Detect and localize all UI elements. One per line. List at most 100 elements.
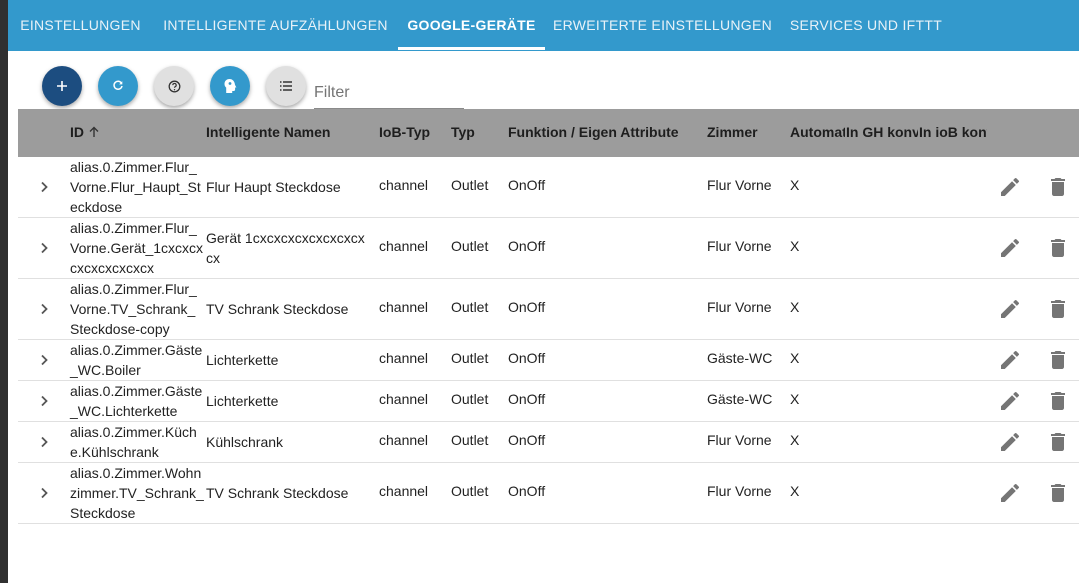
row-type: Outlet [451,483,489,499]
column-header-zimmer[interactable]: Zimmer [707,109,787,157]
table-row: alias.0.Zimmer.Küche.Kühlschrank Kühlsch… [18,422,1079,463]
delete-icon[interactable] [1046,430,1070,454]
row-function: OnOff [508,299,546,315]
table-row: alias.0.Zimmer.Gäste_WC.Boiler Lichterke… [18,340,1079,381]
column-header-automat[interactable]: Automat [790,109,845,157]
row-name: Kühlschrank [206,434,284,450]
app-frame: Einstellungen Intelligente Aufzählungen … [8,0,1079,583]
row-iob-type: channel [379,299,429,315]
row-auto: X [790,299,800,315]
row-iob-type: channel [379,432,429,448]
head-button[interactable] [210,66,250,106]
help-button[interactable] [154,66,194,106]
table-header: ID Intelligente Namen IoB-Typ Typ Funkti… [18,109,1079,157]
row-auto: X [790,238,800,254]
row-auto: X [790,350,800,366]
row-id: alias.0.Zimmer.Gäste_WC.Lichterkette [70,383,203,419]
row-id: alias.0.Zimmer.Gäste_WC.Boiler [70,342,203,378]
delete-icon[interactable] [1046,348,1070,372]
chevron-right-icon[interactable] [37,394,51,408]
refresh-icon [112,80,124,92]
column-label-id: ID [70,124,84,140]
row-room: Flur Vorne [707,299,772,315]
head-icon [223,78,237,94]
table-row: alias.0.Zimmer.Gäste_WC.Lichterkette Lic… [18,381,1079,422]
delete-icon[interactable] [1046,236,1070,260]
row-id: alias.0.Zimmer.Wohnzimmer.TV_Schrank_Ste… [70,465,204,521]
edit-icon[interactable] [998,297,1022,321]
tab-intelligente-aufzaehlungen[interactable]: Intelligente Aufzählungen [153,0,398,51]
tab-bar: Einstellungen Intelligente Aufzählungen … [8,0,1079,51]
row-auto: X [790,391,800,407]
row-room: Flur Vorne [707,432,772,448]
edit-icon[interactable] [998,175,1022,199]
edit-icon[interactable] [998,481,1022,505]
column-header-typ[interactable]: Typ [451,109,506,157]
help-icon [168,80,181,93]
chevron-right-icon[interactable] [37,241,51,255]
tab-einstellungen[interactable]: Einstellungen [8,0,153,51]
row-room: Flur Vorne [707,483,772,499]
table-row: alias.0.Zimmer.Flur_Vorne.TV_Schrank_Ste… [18,279,1079,340]
list-button[interactable] [266,66,306,106]
row-room: Gäste-WC [707,350,773,366]
chevron-right-icon[interactable] [37,302,51,316]
edit-icon[interactable] [998,236,1022,260]
column-header-funktion[interactable]: Funktion / Eigen Attribute [508,109,703,157]
row-iob-type: channel [379,177,429,193]
edit-icon[interactable] [998,430,1022,454]
row-auto: X [790,177,800,193]
chevron-right-icon[interactable] [37,353,51,367]
row-type: Outlet [451,432,489,448]
add-button[interactable] [42,66,82,106]
active-tab-indicator [398,47,545,50]
row-auto: X [790,483,800,499]
row-function: OnOff [508,238,546,254]
tab-services-und-ifttt[interactable]: Services und IFTTT [780,0,952,51]
row-id: alias.0.Zimmer.Flur_Vorne.TV_Schrank_Ste… [70,281,197,337]
row-type: Outlet [451,350,489,366]
row-function: OnOff [508,432,546,448]
row-name: Gerät 1cxcxcxcxcxcxcxcxcx [206,230,365,266]
row-name: TV Schrank Steckdose [206,485,349,501]
refresh-button[interactable] [98,66,138,106]
edit-icon[interactable] [998,389,1022,413]
delete-icon[interactable] [1046,389,1070,413]
row-type: Outlet [451,391,489,407]
delete-icon[interactable] [1046,175,1070,199]
row-auto: X [790,432,800,448]
row-iob-type: channel [379,238,429,254]
chevron-right-icon[interactable] [37,486,51,500]
row-iob-type: channel [379,391,429,407]
edit-icon[interactable] [998,348,1022,372]
row-iob-type: channel [379,483,429,499]
table-row: alias.0.Zimmer.Wohnzimmer.TV_Schrank_Ste… [18,463,1079,524]
row-function: OnOff [508,350,546,366]
row-name: TV Schrank Steckdose [206,301,349,317]
delete-icon[interactable] [1046,481,1070,505]
column-header-iob-typ[interactable]: IoB-Typ [379,109,449,157]
filter-input[interactable] [314,77,464,109]
row-room: Gäste-WC [707,391,773,407]
list-icon [280,81,292,91]
row-id: alias.0.Zimmer.Flur_Vorne.Gerät_1cxcxcxc… [70,220,204,276]
row-type: Outlet [451,177,489,193]
column-header-in-iob-konv[interactable]: In ioB konv [919,109,987,157]
row-room: Flur Vorne [707,238,772,254]
plus-icon [56,80,68,92]
row-room: Flur Vorne [707,177,772,193]
tab-google-geraete[interactable]: Google-Geräte [398,0,545,51]
chevron-right-icon[interactable] [37,180,51,194]
row-function: OnOff [508,177,546,193]
delete-icon[interactable] [1046,297,1070,321]
column-header-in-gh-konv[interactable]: In GH konv [846,109,918,157]
row-id: alias.0.Zimmer.Küche.Kühlschrank [70,424,197,460]
table-row: alias.0.Zimmer.Flur_Vorne.Flur_Haupt_Ste… [18,157,1079,218]
chevron-right-icon[interactable] [37,435,51,449]
row-iob-type: channel [379,350,429,366]
tab-erweiterte-einstellungen[interactable]: Erweiterte Einstellungen [545,0,780,51]
column-header-id[interactable]: ID [70,109,200,157]
row-name: Flur Haupt Steckdose [206,179,341,195]
row-name: Lichterkette [206,393,279,409]
column-header-intelligente-namen[interactable]: Intelligente Namen [206,109,371,157]
